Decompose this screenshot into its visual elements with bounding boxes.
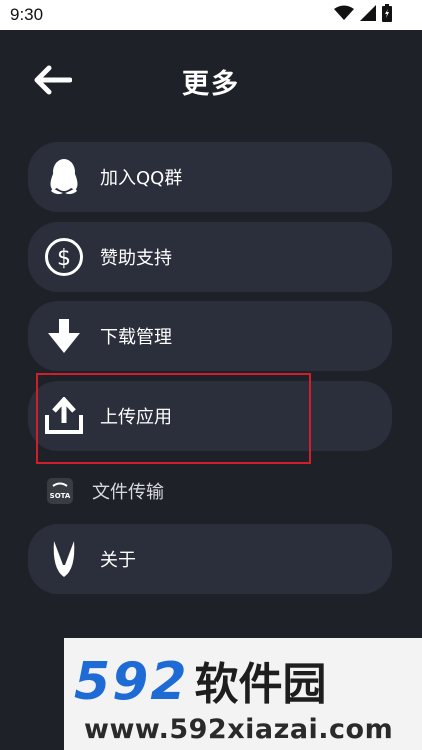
menu-item-about[interactable]: 关于 xyxy=(28,524,392,594)
menu-item-label: 加入QQ群 xyxy=(100,168,183,189)
watermark: 592 软件园 www.592xiazai.com xyxy=(64,638,422,750)
sota-app-icon: SOTA xyxy=(28,478,92,504)
wifi-icon xyxy=(334,5,354,25)
status-time: 9:30 xyxy=(10,5,44,24)
battery-icon xyxy=(382,4,392,26)
menu-item-upload-app[interactable]: 上传应用 xyxy=(28,381,392,451)
status-bar: 9:30 xyxy=(0,0,422,30)
watermark-brand: 592 软件园 xyxy=(74,648,327,712)
upload-icon xyxy=(28,397,100,435)
signal-icon xyxy=(360,5,376,25)
menu-item-join-qq-group[interactable]: 加入QQ群 xyxy=(28,142,392,212)
menu-item-label: 上传应用 xyxy=(100,407,172,428)
download-arrow-icon xyxy=(28,319,100,353)
page-title: 更多 xyxy=(182,69,240,100)
menu-item-label: 关于 xyxy=(100,550,136,571)
menu-item-label: 下载管理 xyxy=(100,327,172,348)
watermark-number: 592 xyxy=(74,652,189,712)
menu-item-label: 文件传输 xyxy=(92,482,164,503)
header: 更多 xyxy=(0,30,422,130)
watermark-name: 软件园 xyxy=(194,659,327,710)
sota-icon-text: SOTA xyxy=(50,492,71,500)
menu-item-download-manager[interactable]: 下载管理 xyxy=(28,301,392,371)
svg-text:$: $ xyxy=(57,246,71,271)
app-logo-icon xyxy=(28,539,100,579)
dollar-icon: $ xyxy=(28,237,100,277)
watermark-url: www.592xiazai.com xyxy=(84,714,394,745)
menu-item-label: 赞助支持 xyxy=(100,248,172,269)
qq-penguin-icon xyxy=(28,158,100,196)
menu-item-sponsor[interactable]: $ 赞助支持 xyxy=(28,222,392,292)
status-icons xyxy=(334,4,392,26)
menu-item-file-transfer[interactable]: SOTA 文件传输 xyxy=(28,466,392,516)
